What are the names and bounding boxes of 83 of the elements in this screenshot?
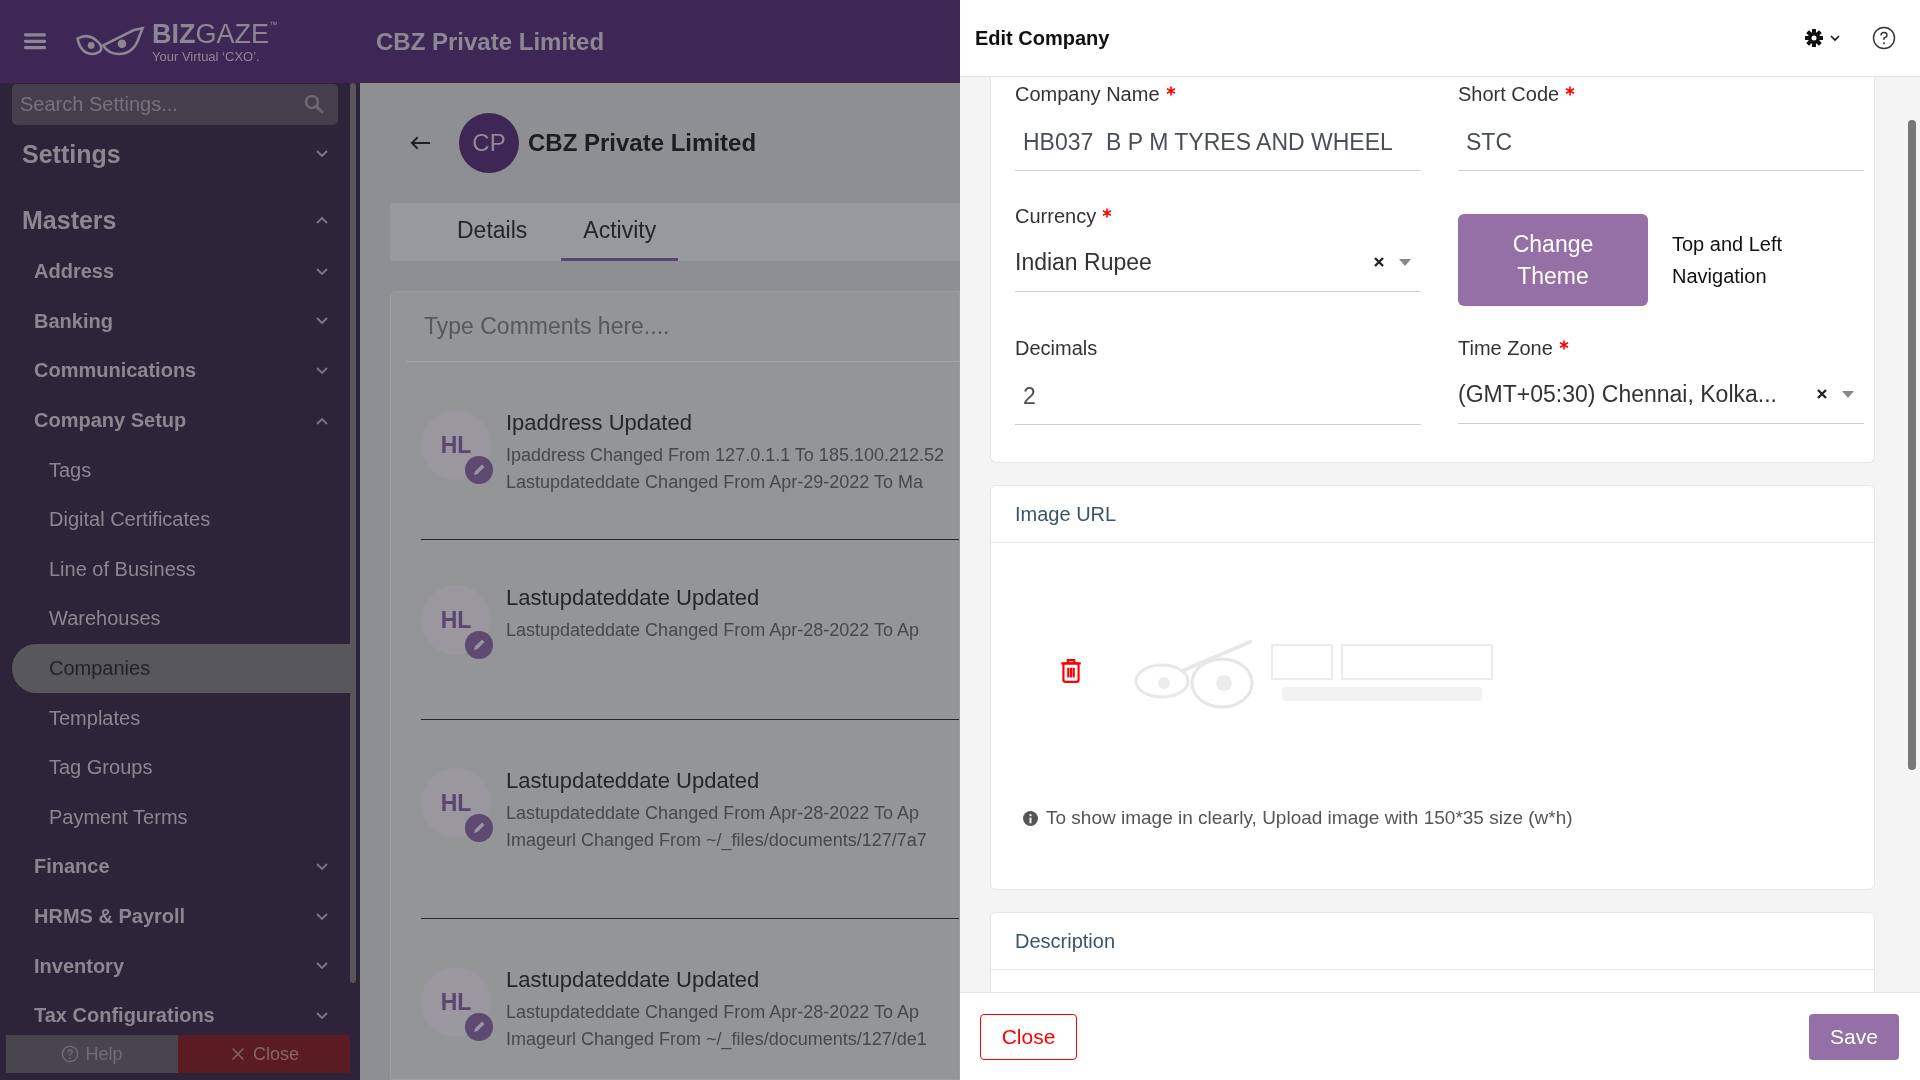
sidebar-item[interactable]: Company Setup (0, 402, 350, 439)
activity-detail: Lastupdateddate Changed From Apr-29-2022 To Ma (506, 471, 924, 494)
sidebar-item[interactable]: Tag Groups (0, 749, 350, 786)
change-theme-button[interactable]: Change Theme (1458, 214, 1648, 306)
field-label: Time Zone (1458, 337, 1553, 360)
help-icon (61, 1045, 80, 1063)
panel-title: Edit Company (975, 26, 1111, 50)
field-label: Currency (1015, 205, 1097, 228)
help-icon[interactable] (1872, 26, 1896, 50)
trash-icon[interactable] (1060, 658, 1082, 684)
chevron-icon (316, 317, 328, 326)
activity-title: Lastupdateddate Updated (506, 768, 761, 794)
sidebar-section[interactable]: Masters (0, 196, 350, 244)
activity-title: Ipaddress Updated (506, 410, 693, 436)
activity-title: Lastupdateddate Updated (506, 585, 761, 611)
field-label: Short Code (1458, 83, 1560, 106)
input-field[interactable]: 2 (1015, 365, 1421, 425)
chevron-icon (316, 962, 328, 971)
company-name: CBZ Private Limited (528, 129, 757, 157)
chevron-icon (316, 216, 328, 224)
sidebar-item[interactable]: Communications (0, 353, 350, 389)
chevron-icon (316, 912, 328, 921)
activity-detail: Imageurl Changed From ~/_files/documents/127/7a7 (506, 829, 927, 853)
input-field[interactable]: HB037 B P M TYRES AND WHEEL (1015, 111, 1421, 171)
sidebar-item[interactable]: Line of Business (0, 551, 350, 588)
close-icon (229, 1045, 247, 1063)
company-avatar: CP (459, 113, 519, 173)
comment-field[interactable]: Type Comments here.... (406, 292, 959, 362)
chevron-icon (316, 367, 328, 375)
select-field[interactable]: (GMT+05:30) Chennai, Kolka... (1458, 365, 1864, 424)
info-icon (1023, 810, 1038, 826)
sidebar-section[interactable]: Settings (0, 130, 350, 178)
brand-tagline: Your Virtual ‘CXO’. (152, 49, 261, 63)
clear-icon[interactable] (1816, 388, 1828, 400)
chevron-icon (316, 862, 328, 871)
chevron-icon (316, 150, 328, 158)
brand-name: BIZGAZE$^{™}$ (152, 20, 278, 48)
activity-detail: Ipaddress Changed From 127.0.1.1 To 185.100.212.52 (506, 444, 944, 467)
activity-detail: Lastupdateddate Changed From Apr-28-2022 To Ap (506, 802, 920, 825)
image-hint: To show image in clearly, Upload image with 150*35 size (w*h) (1046, 807, 1573, 829)
sidebar-item[interactable]: Warehouses (0, 600, 350, 637)
sidebar-item[interactable]: Tags (0, 452, 350, 489)
tab[interactable]: Activity (561, 203, 679, 261)
caret-icon (1399, 258, 1411, 266)
sidebar-item[interactable]: Inventory (0, 948, 350, 985)
scrollbar[interactable] (1908, 120, 1916, 770)
sidebar-item[interactable]: Payment Terms (0, 799, 350, 836)
section-title: Image URL (991, 486, 1874, 543)
sidebar-item[interactable]: Banking (0, 303, 350, 340)
chevron-icon (316, 267, 328, 276)
section-title: Description (991, 913, 1874, 970)
chevron-icon (316, 416, 328, 425)
activity-detail: Imageurl Changed From ~/_files/documents/127/de1 (506, 1028, 927, 1052)
menu-icon[interactable] (24, 32, 46, 51)
sidebar-item[interactable]: Digital Certificates (0, 501, 350, 538)
sidebar-item[interactable]: Templates (0, 700, 350, 737)
back-arrow-icon[interactable] (410, 135, 431, 151)
activity-title: Lastupdateddate Updated (506, 967, 761, 993)
field-label: Decimals (1015, 337, 1098, 360)
company-title: CBZ Private Limited (376, 27, 605, 56)
sidebar-item[interactable]: HRMS & Payroll (0, 898, 350, 935)
caret-icon (1842, 390, 1854, 398)
field-label: Company Name (1015, 83, 1160, 106)
activity-detail: Lastupdateddate Changed From Apr-28-2022 To Ap (506, 619, 919, 642)
sidebar-item[interactable]: Address (0, 253, 350, 290)
activity-detail: Lastupdateddate Changed From Apr-28-2022 To Ap (506, 1001, 920, 1024)
scrollbar[interactable] (350, 83, 356, 983)
input-field[interactable]: STC (1458, 111, 1864, 171)
select-field[interactable]: Indian Rupee (1015, 233, 1421, 292)
pencil-icon (465, 631, 493, 659)
clear-icon[interactable] (1373, 256, 1385, 268)
chevron-icon (316, 1011, 328, 1020)
pencil-icon (465, 1013, 493, 1041)
pencil-icon (465, 814, 493, 842)
close-button[interactable]: Close (980, 1013, 1077, 1060)
sidebar-item[interactable]: Finance (0, 848, 350, 885)
save-button[interactable]: Save (1809, 1013, 1899, 1060)
tab[interactable]: Details (435, 203, 550, 261)
sidebar-item[interactable]: Companies (12, 643, 350, 694)
theme-value: Top and Left Navigation (1672, 232, 1784, 289)
pencil-icon (465, 456, 493, 484)
sidebar-item[interactable]: Tax Configurations (0, 997, 350, 1034)
close-button[interactable]: Close (178, 1035, 350, 1073)
